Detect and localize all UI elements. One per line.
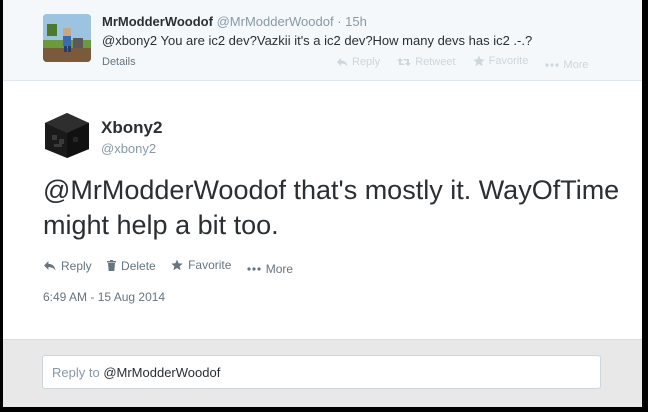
parent-handle[interactable]: @MrModderWoodof <box>217 14 334 29</box>
reply-icon <box>44 261 56 271</box>
parent-actions: Reply Retweet Favorite More <box>336 55 602 71</box>
star-icon <box>171 259 183 271</box>
reply-prefix: Reply to <box>52 365 100 380</box>
favorite-button[interactable]: Favorite <box>171 258 231 272</box>
parent-text: @xbony2 You are ic2 dev?Vazkii it's a ic… <box>102 33 533 48</box>
main-name[interactable]: Xbony2 <box>101 118 162 138</box>
more-button[interactable]: More <box>247 262 293 276</box>
main-actions: Reply Delete Favorite More <box>43 258 305 276</box>
delete-label: Delete <box>121 258 156 273</box>
reply-target-user: @MrModderWoodof <box>103 365 221 380</box>
reply-button[interactable]: Reply <box>43 259 92 273</box>
delete-button[interactable]: Delete <box>107 259 156 273</box>
main-avatar[interactable] <box>43 111 91 159</box>
parent-retweet-button[interactable]: Retweet <box>397 56 456 68</box>
favorite-label: Favorite <box>188 258 232 272</box>
trash-icon <box>107 260 117 271</box>
parent-favorite-label: Favorite <box>488 55 529 67</box>
reply-composer: Reply to @MrModderWoodof <box>3 339 642 407</box>
parent-reply-button[interactable]: Reply <box>336 56 380 68</box>
reply-label: Reply <box>61 258 92 273</box>
retweet-icon <box>397 58 412 66</box>
parent-avatar[interactable] <box>43 14 91 62</box>
parent-time[interactable]: · 15h <box>337 14 367 29</box>
details-link[interactable]: Details <box>102 56 136 68</box>
parent-more-button[interactable]: More <box>545 59 588 71</box>
reply-input[interactable]: Reply to @MrModderWoodof <box>42 355 601 389</box>
parent-retweet-label: Retweet <box>415 56 456 68</box>
parent-tweet[interactable]: MrModderWoodof @MrModderWoodof · 15h @xb… <box>3 0 642 81</box>
more-dots-icon <box>545 63 560 67</box>
parent-favorite-button[interactable]: Favorite <box>472 55 529 67</box>
reply-icon <box>337 58 348 67</box>
main-tweet-text: @MrModderWoodof that's mostly it. WayOfT… <box>43 175 620 240</box>
parent-name[interactable]: MrModderWoodof <box>102 14 213 29</box>
parent-more-label: More <box>563 59 589 71</box>
parent-reply-label: Reply <box>352 56 381 68</box>
more-dots-icon <box>247 267 261 271</box>
parent-header: MrModderWoodof @MrModderWoodof · 15h <box>102 14 367 29</box>
main-handle[interactable]: @xbony2 <box>101 141 156 156</box>
tweet-timestamp[interactable]: 6:49 AM - 15 Aug 2014 <box>43 290 165 304</box>
star-icon <box>472 55 485 67</box>
more-label: More <box>265 262 294 276</box>
tweet-permalink-card: MrModderWoodof @MrModderWoodof · 15h @xb… <box>3 0 642 407</box>
